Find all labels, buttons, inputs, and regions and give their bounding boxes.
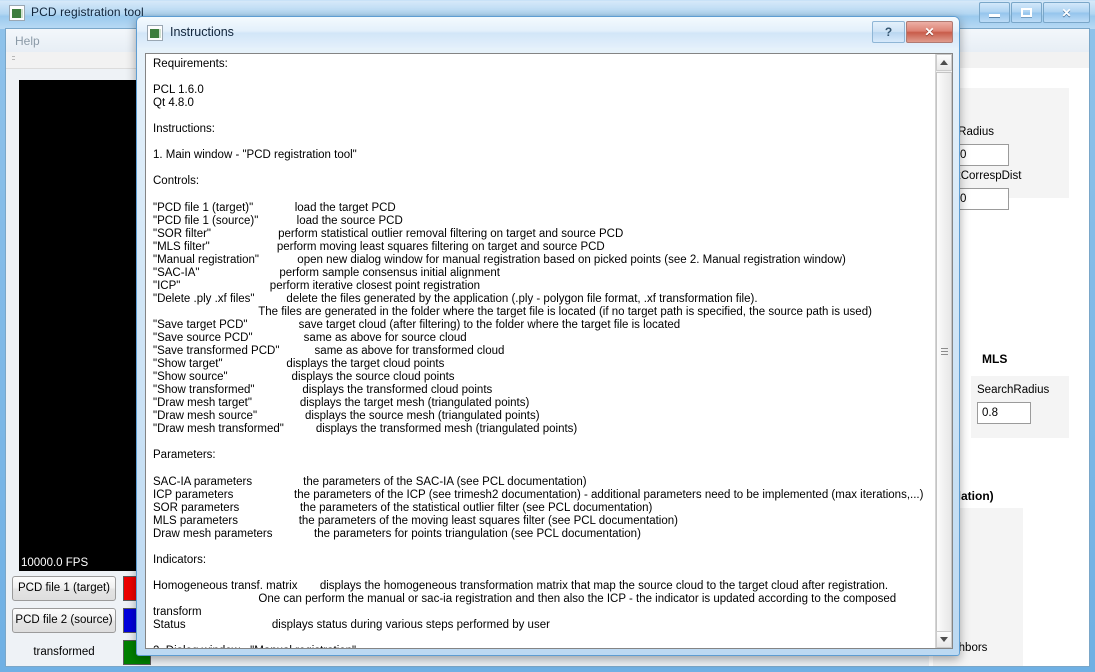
minimize-button[interactable] (979, 2, 1010, 23)
mls-group-title: MLS (982, 352, 1008, 366)
help-button[interactable]: ? (872, 21, 905, 43)
load-target-button[interactable]: PCD file 1 (target) (12, 575, 116, 601)
control-row-source: PCD file 2 (source) (12, 606, 151, 634)
main-window-controls: ✕ (979, 2, 1090, 23)
render-viewport[interactable]: 10000.0 FPS (19, 80, 142, 571)
scroll-grip-icon (941, 348, 948, 356)
transformed-label: transformed (33, 646, 95, 658)
search-radius-label: SearchRadius (977, 384, 1050, 396)
dialog-close-button[interactable]: ✕ (906, 21, 953, 43)
fps-label: 10000.0 FPS (21, 557, 89, 569)
close-icon: ✕ (1061, 5, 1072, 20)
vertical-scrollbar[interactable] (935, 54, 952, 648)
scroll-up-icon[interactable] (936, 54, 952, 71)
instructions-text-area[interactable]: Requirements: PCL 1.6.0 Qt 4.8.0 Instruc… (145, 53, 953, 649)
load-source-button[interactable]: PCD file 2 (source) (12, 607, 116, 633)
scroll-thumb[interactable] (936, 72, 952, 632)
left-control-panel: PCD file 1 (target) PCD file 2 (source) … (12, 574, 151, 666)
maximize-button[interactable] (1011, 2, 1042, 23)
menu-item-help[interactable]: Help (6, 32, 49, 50)
screen: PCD registration tool ✕ Help 10000.0 FPS… (0, 0, 1095, 672)
instructions-dialog: Instructions ? ✕ Requirements: PCL 1.6.0… (136, 16, 960, 656)
search-radius-input[interactable]: 0.8 (977, 402, 1031, 424)
close-button[interactable]: ✕ (1043, 2, 1090, 23)
app-icon (9, 5, 25, 21)
instructions-text: Requirements: PCL 1.6.0 Qt 4.8.0 Instruc… (153, 58, 924, 648)
dialog-title: Instructions (170, 25, 234, 39)
maximize-icon (1021, 8, 1032, 17)
minimize-icon (989, 13, 1000, 17)
control-row-transformed: transformed (12, 638, 151, 666)
dialog-titlebar[interactable]: Instructions ? ✕ (137, 17, 959, 48)
dialog-app-icon (147, 25, 163, 41)
control-row-target: PCD file 1 (target) (12, 574, 151, 602)
scroll-down-icon[interactable] (936, 631, 952, 648)
main-window-title: PCD registration tool (31, 5, 144, 19)
dialog-window-controls: ? ✕ (872, 21, 953, 43)
drag-handle-icon[interactable] (12, 56, 15, 64)
